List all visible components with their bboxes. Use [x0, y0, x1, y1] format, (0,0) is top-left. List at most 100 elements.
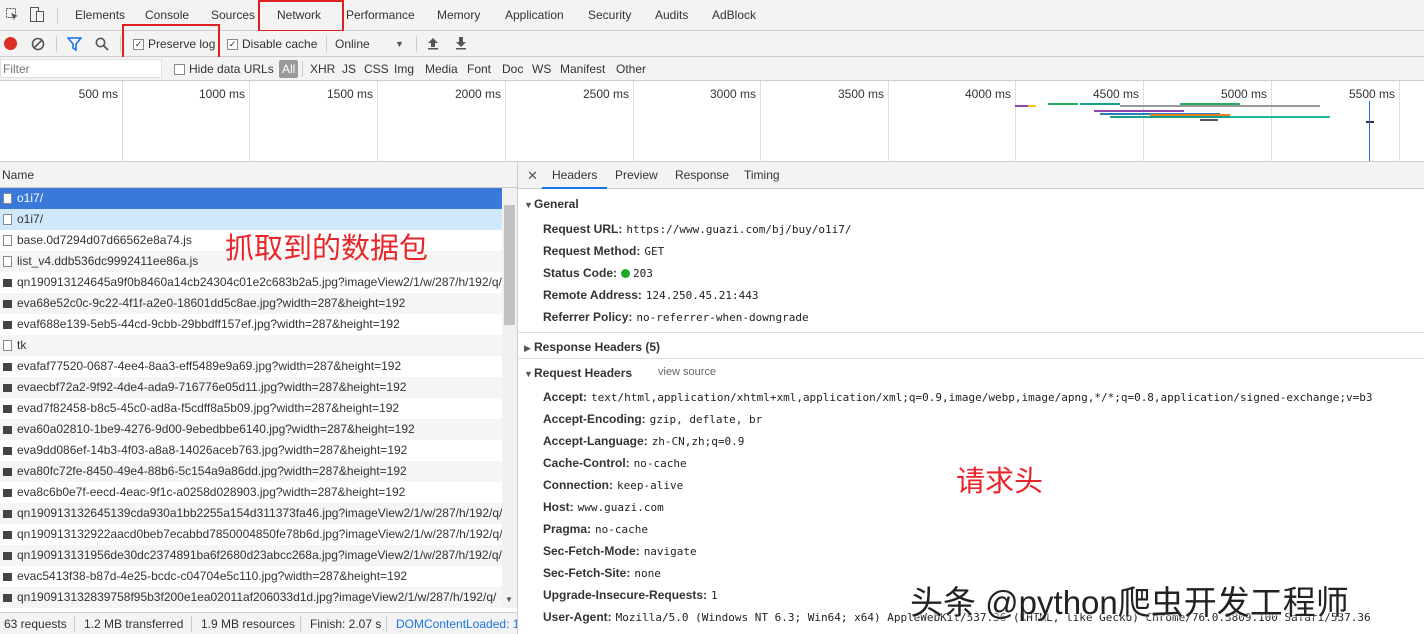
request-row[interactable]: eva9dd086ef-14b3-4f03-a8a8-14026aceb763.… — [0, 440, 502, 461]
tab-adblock[interactable]: AdBlock — [712, 0, 756, 31]
header-row: Upgrade-Insecure-Requests: 1 — [543, 588, 718, 602]
waterfall-bar — [1150, 114, 1230, 116]
inspect-element-icon[interactable] — [6, 8, 19, 21]
view-source-link[interactable]: view source — [658, 366, 716, 378]
header-value: zh-CN,zh;q=0.9 — [651, 435, 745, 448]
request-name: eva80fc72fe-8450-49e4-88b6-5c154a9a86dd.… — [17, 464, 407, 478]
document-icon — [3, 193, 12, 204]
header-key: Status Code: — [543, 266, 618, 280]
tab-response[interactable]: Response — [675, 162, 729, 189]
header-key: Upgrade-Insecure-Requests: — [543, 588, 708, 602]
type-filter-js[interactable]: JS — [342, 57, 356, 81]
request-row[interactable]: qn190913132839758f95b3f200e1ea02011af206… — [0, 587, 502, 608]
hide-data-urls-checkbox[interactable]: Hide data URLs — [174, 57, 274, 81]
header-key: Request Method: — [543, 244, 641, 258]
request-row[interactable]: eva60a02810-1be9-4276-9d00-9ebedbbe6140.… — [0, 419, 502, 440]
throttling-select[interactable]: Online ▼ — [335, 31, 409, 57]
type-filter-xhr[interactable]: XHR — [310, 57, 335, 81]
image-icon — [3, 468, 12, 476]
waterfall-bar — [1200, 119, 1218, 121]
request-row[interactable]: evaecbf72a2-9f92-4de4-ada9-716776e05d11.… — [0, 377, 502, 398]
response-headers-toggle[interactable]: ▶ Response Headers (5) — [524, 340, 660, 354]
request-row[interactable]: eva8c6b0e7f-eecd-4eac-9f1c-a0258d028903.… — [0, 482, 502, 503]
import-har-icon[interactable] — [427, 36, 439, 50]
close-icon[interactable]: ✕ — [527, 162, 538, 189]
checkbox-box — [174, 64, 185, 76]
detail-tab-bar: ✕ Headers Preview Response Timing — [518, 162, 1424, 189]
header-key: Connection: — [543, 478, 613, 492]
header-row: Sec-Fetch-Site: none — [543, 566, 661, 580]
filter-input[interactable] — [0, 59, 162, 78]
scrollbar-thumb[interactable] — [504, 205, 515, 325]
request-row[interactable]: tk — [0, 335, 502, 356]
header-row: Status Code: 203 — [543, 266, 653, 280]
tab-memory[interactable]: Memory — [437, 0, 480, 31]
timeline-tick: 2500 ms — [506, 81, 634, 162]
request-name: evac5413f38-b87d-4e25-bcdc-c04704e5c110.… — [17, 569, 408, 583]
export-har-icon[interactable] — [455, 36, 467, 50]
script-icon — [3, 256, 12, 267]
type-filter-manifest[interactable]: Manifest — [560, 57, 605, 81]
dom-content-loaded-line — [1369, 101, 1370, 161]
timeline-tick: 5500 ms — [1272, 81, 1400, 162]
timeline-overview[interactable]: 500 ms 1000 ms 1500 ms 2000 ms 2500 ms 3… — [0, 81, 1424, 162]
scroll-down-arrow-icon[interactable]: ▼ — [505, 595, 513, 604]
header-value: text/html,application/xhtml+xml,applicat… — [591, 391, 1373, 404]
tick-label: 1500 ms — [326, 87, 373, 101]
device-toolbar-icon[interactable] — [30, 7, 44, 22]
request-name: eva68e52c0c-9c22-4f1f-a2e0-18601dd5c8ae.… — [17, 296, 406, 310]
filter-icon[interactable] — [66, 37, 83, 52]
request-row[interactable]: eva80fc72fe-8450-49e4-88b6-5c154a9a86dd.… — [0, 461, 502, 482]
type-filter-media[interactable]: Media — [425, 57, 458, 81]
request-row[interactable]: qn190913131956de30dc2374891ba6f2680d23ab… — [0, 545, 502, 566]
type-filter-doc[interactable]: Doc — [502, 57, 523, 81]
hide-data-urls-label: Hide data URLs — [189, 62, 274, 76]
type-filter-ws[interactable]: WS — [532, 57, 551, 81]
tab-application[interactable]: Application — [505, 0, 564, 31]
header-row: Host: www.guazi.com — [543, 500, 664, 514]
record-icon[interactable] — [4, 37, 17, 50]
tab-preview[interactable]: Preview — [615, 162, 658, 189]
request-row[interactable]: eva68e52c0c-9c22-4f1f-a2e0-18601dd5c8ae.… — [0, 293, 502, 314]
tab-elements[interactable]: Elements — [75, 0, 125, 31]
type-filter-font[interactable]: Font — [467, 57, 491, 81]
tick-label: 2500 ms — [582, 87, 629, 101]
tab-timing[interactable]: Timing — [744, 162, 780, 189]
tab-audits[interactable]: Audits — [655, 0, 688, 31]
header-row: Request URL: https://www.guazi.com/bj/buy… — [543, 222, 852, 236]
request-row[interactable]: qn190913132922aacd0beb7ecabbd7850004850f… — [0, 524, 502, 545]
request-name: qn190913132645139cda930a1bb2255a154d3113… — [17, 506, 502, 520]
request-name: eva9dd086ef-14b3-4f03-a8a8-14026aceb763.… — [17, 443, 408, 457]
request-row[interactable]: qn190913124645a9f0b8460a14cb24304c01e2c6… — [0, 272, 502, 293]
header-row: Accept-Language: zh-CN,zh;q=0.9 — [543, 434, 744, 448]
general-section-toggle[interactable]: ▼General — [524, 197, 579, 211]
request-name: evaf688e139-5eb5-44cd-9cbb-29bbdff157ef.… — [17, 317, 400, 331]
request-row[interactable]: evafaf77520-0687-4ee4-8aa3-eff5489e9a69.… — [0, 356, 502, 377]
image-icon — [3, 426, 12, 434]
request-row[interactable]: evaf688e139-5eb5-44cd-9cbb-29bbdff157ef.… — [0, 314, 502, 335]
request-name: evad7f82458-b8c5-45c0-ad8a-f5cdff8a5b09.… — [17, 401, 400, 415]
request-row[interactable]: evac5413f38-b87d-4e25-bcdc-c04704e5c110.… — [0, 566, 502, 587]
request-row[interactable]: evad7f82458-b8c5-45c0-ad8a-f5cdff8a5b09.… — [0, 398, 502, 419]
request-row[interactable]: o1i7/ — [0, 188, 502, 209]
type-filter-img[interactable]: Img — [394, 57, 414, 81]
request-row[interactable]: qn190913132645139cda930a1bb2255a154d3113… — [0, 503, 502, 524]
request-name: list_v4.ddb536dc9992411ee86a.js — [17, 254, 199, 268]
type-filter-all[interactable]: All — [279, 60, 299, 78]
tab-headers[interactable]: Headers — [542, 162, 608, 189]
disable-cache-checkbox[interactable]: ✓ Disable cache — [227, 31, 317, 57]
waterfall-bar — [1048, 103, 1078, 105]
image-icon — [3, 405, 12, 413]
image-icon — [3, 531, 12, 539]
waterfall-bar — [1028, 105, 1036, 107]
search-icon[interactable] — [95, 37, 109, 51]
type-filter-other[interactable]: Other — [616, 57, 646, 81]
clear-icon[interactable] — [31, 37, 45, 51]
tab-security[interactable]: Security — [588, 0, 631, 31]
type-filter-css[interactable]: CSS — [364, 57, 389, 81]
header-row: Accept: text/html,application/xhtml+xml,a… — [543, 390, 1372, 404]
tab-performance[interactable]: Performance — [346, 0, 415, 31]
document-icon — [3, 214, 12, 225]
name-column-header[interactable]: Name — [0, 162, 517, 188]
request-headers-toggle[interactable]: ▼Request Headers — [524, 366, 632, 380]
